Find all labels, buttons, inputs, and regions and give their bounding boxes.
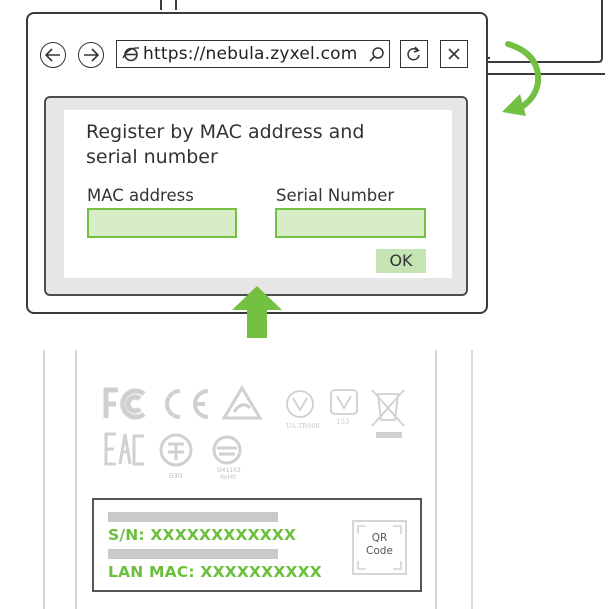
internet-explorer-icon: [122, 47, 140, 62]
weee-bin-icon: [371, 389, 405, 427]
mac-address-label: MAC address: [87, 186, 194, 205]
serial-number-text: S/N: XXXXXXXXXXXX: [108, 526, 297, 544]
qr-label-line1: QR: [371, 532, 388, 544]
refresh-button[interactable]: [400, 40, 428, 68]
serial-number-label: Serial Number: [276, 186, 395, 205]
curved-arrow-icon: [502, 41, 542, 116]
forward-arrow-icon: [84, 48, 99, 62]
forward-button[interactable]: [78, 42, 104, 68]
redacted-line-2: [108, 549, 278, 559]
back-arrow-icon: [45, 48, 60, 62]
serial-number-field[interactable]: [275, 208, 426, 238]
certification-marks: UA.TR008 153 030 D41163 RoHS: [103, 385, 405, 481]
ctick-number: 030: [169, 472, 182, 480]
qr-code-placeholder: QR Code: [352, 520, 407, 575]
fcc-mark: [103, 387, 146, 420]
rcm-mark: [221, 385, 263, 420]
refresh-icon: [407, 46, 420, 61]
qr-label-line2: Code: [366, 545, 393, 557]
mac-address-field[interactable]: [87, 208, 237, 238]
close-icon: [448, 48, 460, 60]
redacted-line-1: [108, 512, 278, 522]
eac-mark: [104, 432, 144, 466]
ok-button[interactable]: OK: [376, 249, 426, 273]
back-button[interactable]: [40, 42, 66, 68]
ce-mark: [165, 389, 209, 419]
form-title: Register by MAC address and serial numbe…: [86, 121, 365, 168]
rohs-code-text: D41163: [217, 467, 241, 474]
address-bar[interactable]: https://nebula.zyxel.com: [116, 40, 390, 68]
lan-mac-text: LAN MAC: XXXXXXXXXX: [108, 563, 322, 581]
url-text: https://nebula.zyxel.com: [143, 44, 358, 64]
ua-mark: [286, 390, 314, 418]
ua-code2-text: 153: [336, 418, 349, 426]
ua-code-text: UA.TR008: [286, 422, 320, 430]
ctick-mark: [159, 433, 193, 467]
up-arrow-icon: [232, 286, 282, 338]
rohs-mark: [212, 435, 242, 465]
rohs-text: RoHS: [220, 474, 236, 481]
ua-mark-2: [330, 389, 358, 415]
search-icon[interactable]: [369, 46, 385, 62]
close-button[interactable]: [440, 40, 468, 68]
